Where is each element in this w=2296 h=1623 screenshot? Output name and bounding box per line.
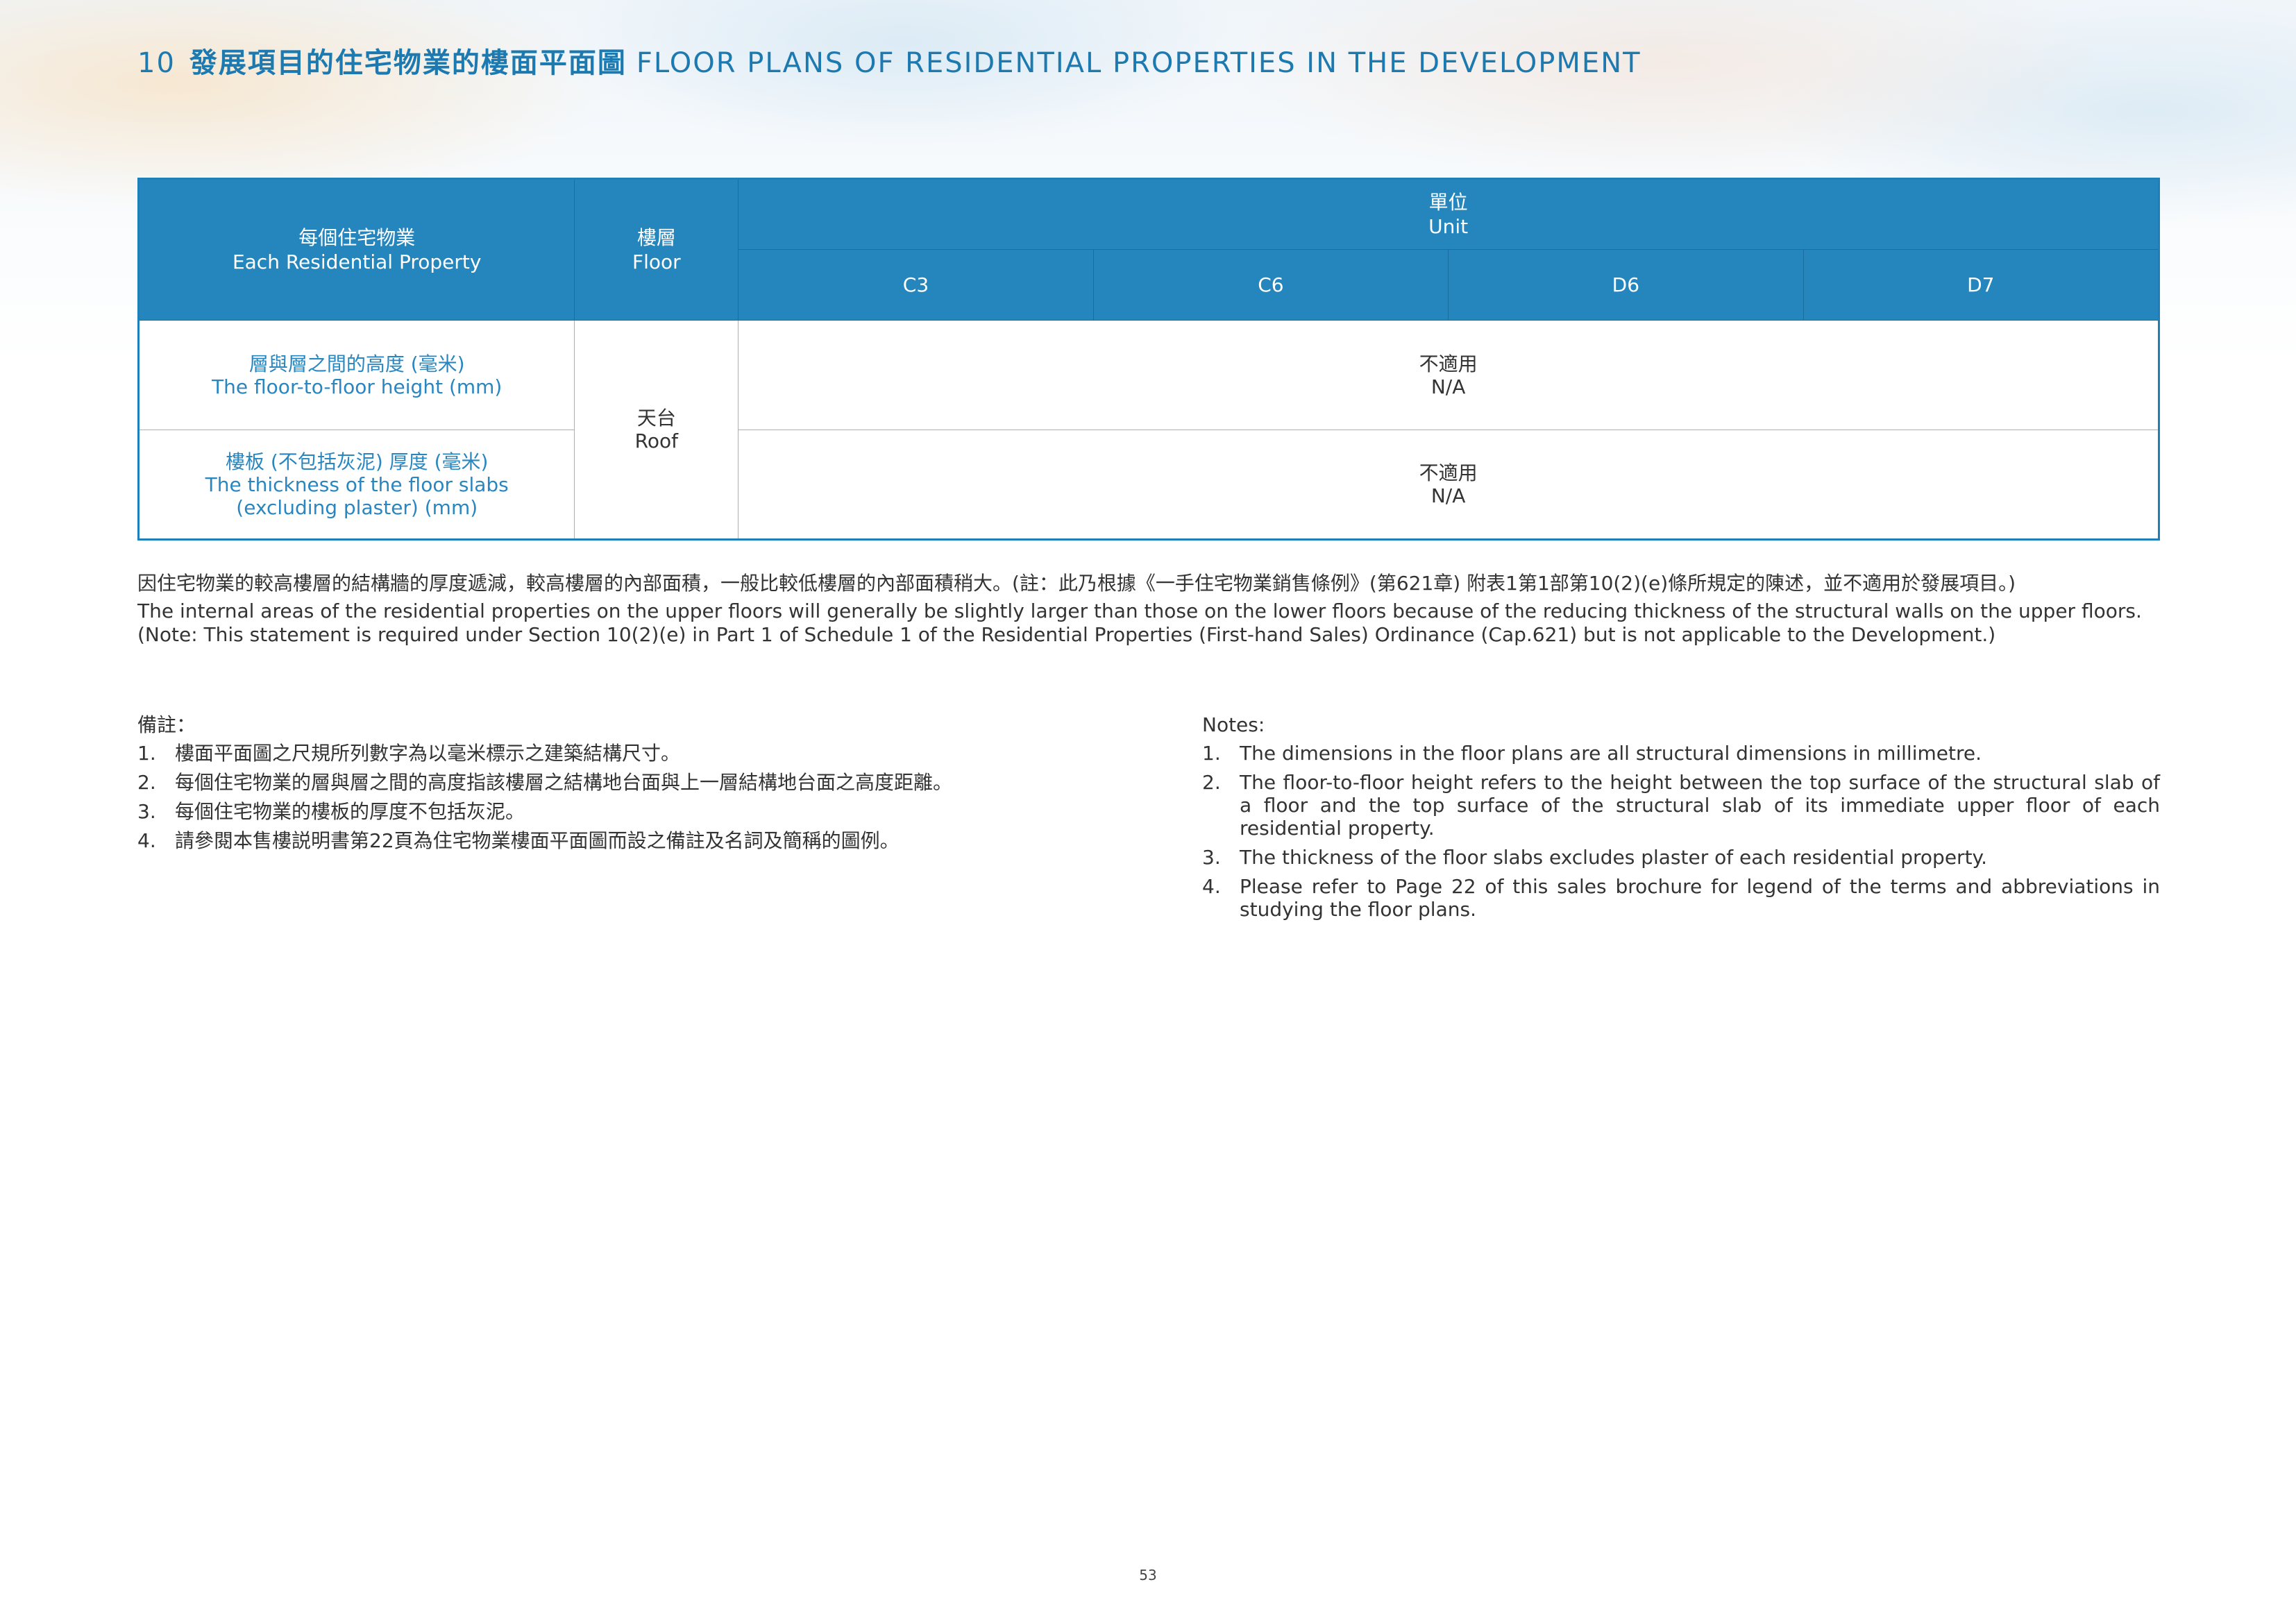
statement-english: The internal areas of the residential pr… — [137, 600, 2142, 646]
notes-chinese-list: 1. 樓面平面圖之尺規所列數字為以毫米標示之建築結構尺寸。 2. 每個住宅物業的層與… — [137, 742, 1151, 852]
list-item: 4. 請參閱本售樓説明書第22頁為住宅物業樓面平面圖而設之備註及名詞及簡稱的圖例。 — [137, 829, 900, 852]
list-item: 2. 每個住宅物業的層與層之間的高度指該樓層之結構地台面與上一層結構地台面之高度距… — [137, 771, 953, 794]
table-row: 層與層之間的高度 (毫米) The floor-to-floor height … — [137, 320, 2159, 540]
header-floor: 樓層 Floor — [574, 178, 739, 321]
list-item: 1. 樓面平面圖之尺規所列數字為以毫米標示之建築結構尺寸。 — [137, 742, 681, 765]
unit-c6: C6 — [1092, 249, 1449, 321]
floor-height-value: 不適用 N/A — [738, 320, 2159, 430]
title-chinese: 發展項目的住宅物業的樓面平面圖 — [189, 47, 627, 79]
notes-english-heading: Notes: — [1202, 713, 1265, 736]
row-label-slab-thickness: 樓板 (不包括灰泥) 厚度 (毫米) The thickness of the … — [137, 430, 575, 540]
floor-roof-cell: 天台 Roof — [574, 320, 739, 540]
unit-d6: D6 — [1448, 249, 1804, 321]
slab-thickness-value: 不適用 N/A — [738, 430, 2159, 540]
notes-chinese-heading: 備註： — [137, 713, 196, 736]
list-item: 1. The dimensions in the floor plans are … — [1202, 742, 1982, 765]
unit-d7: D7 — [1803, 249, 2160, 321]
header-each-property: 每個住宅物業 Each Residential Property — [137, 178, 575, 321]
header-unit: 單位 Unit — [738, 178, 2159, 250]
notes-english: Notes: 1. The dimensions in the floor pla… — [1202, 713, 2160, 927]
internal-area-statement: 因住宅物業的較高樓層的結構牆的厚度遞減，較高樓層的內部面積，一般比較低樓層的內部… — [137, 572, 2160, 647]
page-number: 53 — [1139, 1567, 1157, 1583]
list-item: 3. 每個住宅物業的樓板的厚度不包括灰泥。 — [137, 800, 525, 823]
title-english: FLOOR PLANS OF RESIDENTIAL PROPERTIES IN… — [636, 47, 1641, 79]
page-title: 10 發展項目的住宅物業的樓面平面圖 FLOOR PLANS OF RESIDENT… — [137, 40, 1641, 80]
statement-chinese: 因住宅物業的較高樓層的結構牆的厚度遞減，較高樓層的內部面積，一般比較低樓層的內部… — [137, 572, 2016, 595]
table-row: 樓板 (不包括灰泥) 厚度 (毫米) The thickness of the … — [137, 430, 2159, 540]
list-item: 3. The thickness of the floor slabs exclu… — [1202, 846, 1988, 869]
notes-english-list: 1. The dimensions in the floor plans are … — [1202, 742, 2160, 921]
section-number: 10 — [137, 47, 176, 79]
list-item: 4. Please refer to Page 22 of this sales … — [1202, 875, 2160, 921]
notes-chinese: 備註： 1. 樓面平面圖之尺規所列數字為以毫米標示之建築結構尺寸。 2. 每個住宅物… — [137, 713, 1151, 858]
floor-spec-table: 每個住宅物業 Each Residential Property 樓層 Floo… — [137, 178, 2160, 541]
unit-c3: C3 — [738, 249, 1094, 321]
row-label-floor-height: 層與層之間的高度 (毫米) The floor-to-floor height … — [137, 320, 575, 430]
list-item: 2. The floor-to-floor height refers to th… — [1202, 771, 2160, 840]
table-header-row: 每個住宅物業 Each Residential Property 樓層 Floo… — [137, 178, 2159, 321]
